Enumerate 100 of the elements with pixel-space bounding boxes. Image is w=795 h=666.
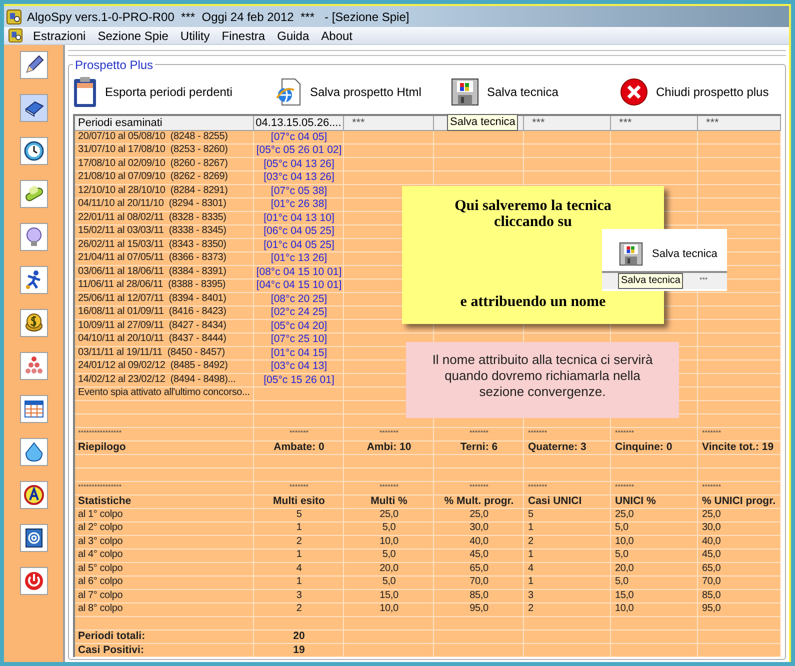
note-text: e attribuendo un nome (460, 294, 606, 310)
menu-item[interactable]: About (315, 26, 358, 44)
table-cell-text: 15,0 (614, 590, 635, 602)
table-cell-text: 85,0 (468, 590, 490, 602)
table-cell-text: 1 (527, 522, 534, 535)
table-cell-text: Multi esito (272, 495, 326, 508)
toolbar-button[interactable]: Salva tecnica (451, 78, 558, 106)
table-cell-text: [05°c 15 26 01] (262, 374, 336, 387)
table-cell-text: 95,0 (701, 603, 722, 616)
table-cell-text: 85,0 (701, 590, 722, 602)
menu-item[interactable]: Finestra (216, 26, 272, 44)
table-cell-text: 3 (527, 590, 534, 602)
table-cell-text: 1 (527, 576, 534, 589)
table-cell-text: Ambate: 0 (272, 441, 326, 454)
table-cell-text: % UNICI progr. (701, 495, 777, 508)
table-cell-text: [01°c 26 38] (270, 198, 328, 212)
table-cell-text: 5,0 (381, 522, 397, 535)
table-cell-text: Ambi: 10 (366, 441, 412, 454)
table-cell-text: 40,0 (468, 536, 490, 548)
table-cell-text: [01°c 13 26] (270, 252, 328, 266)
table-cell-text: 1 (295, 549, 303, 562)
table-cell-text: [05°c 04 13 26] (262, 158, 336, 171)
table-cell-text: 15,0 (378, 590, 400, 602)
table-cell-text: 14/02/12 al 23/02/12 (8494 - 8498)... (77, 374, 237, 386)
table-cell-text: 65,0 (468, 562, 490, 576)
table-cell-text: Casi UNICI (527, 495, 583, 508)
toolbar-button[interactable]: Salva prospetto Html (276, 78, 422, 106)
table-cell-text: 16/08/11 al 01/09/11 (8416 - 8423) (77, 306, 228, 319)
table-cell-text: 31/07/10 al 17/08/10 (8253 - 8260) (77, 144, 229, 157)
table-cell-text: [06°c 04 05 25] (262, 225, 336, 238)
table-cell-text: [03°c 04 13] (270, 360, 328, 374)
table-cell-text: 17/08/10 al 02/09/10 (8260 - 8267) (77, 158, 229, 170)
table-cell-text: 5 (295, 508, 303, 522)
table-cell-text: Vincite tot.: 19 (701, 441, 775, 454)
table-cell-text: 1 (527, 549, 534, 562)
table-cell-text: 22/01/11 al 08/02/11 (8328 - 8335) (77, 212, 228, 224)
table-cell-text: [08°c 04 15 10 01] (255, 266, 343, 279)
menu-item[interactable]: Utility (174, 26, 216, 44)
window-title: AlgoSpy vers.1-0-PRO-R00 *** Oggi 24 feb 2012 *** - [Sezione Spie] (27, 8, 410, 26)
table-cell-text: 1 (295, 576, 303, 589)
table-cell-text: Periodi totali: (77, 630, 146, 644)
table-cell-text: al 8° colpo (77, 603, 124, 616)
table-cell-text: [07°c 05 38] (270, 184, 328, 198)
table-cell-text: 26/02/11 al 15/03/11 (8343 - 8350) (77, 238, 228, 252)
table-cell-text: [07°c 04 05] (270, 130, 328, 144)
menu-item[interactable]: Estrazioni (27, 26, 92, 44)
tooltip: Salva tecnica (618, 272, 684, 288)
table-cell-text: 10,0 (614, 536, 635, 548)
table-cell-text: 5,0 (381, 549, 397, 562)
menu-item[interactable]: Guida (271, 26, 316, 44)
table-cell-text: al 1° colpo (77, 508, 124, 522)
table-cell-text: UNICI % (614, 495, 657, 508)
table-cell-text: Statistiche (77, 495, 132, 508)
table-cell-text: 25/06/11 al 12/07/11 (8394 - 8401) (77, 292, 228, 306)
table-cell-text: 10,0 (378, 536, 400, 548)
toolbar-button[interactable]: Esporta periodi perdenti (73, 76, 232, 108)
table-cell-text: 30,0 (468, 522, 490, 535)
table-cell-text: 21/04/11 al 07/05/11 (8366 - 8373) (77, 252, 228, 265)
table-cell-text: 65,0 (701, 562, 722, 576)
table-cell-text: 10,0 (614, 603, 635, 616)
table-cell-text: [05°c 05 26 01 02] (255, 144, 343, 158)
table-cell-text: 45,0 (468, 549, 490, 562)
table-cell-text: 24/01/12 al 09/02/12 (8485 - 8492) (77, 360, 229, 373)
table-cell-text: 10,0 (378, 603, 400, 616)
table-cell-text: [03°c 04 13 26] (262, 171, 336, 184)
table-cell-text: 2 (527, 603, 534, 616)
menu-item[interactable]: Sezione Spie (92, 26, 174, 44)
table-cell-text: [01°c 04 05 25] (262, 238, 336, 252)
table-cell-text: 19 (292, 644, 306, 657)
table-cell-text: Casi Positivi: (77, 644, 145, 657)
table-cell-text: 30,0 (701, 522, 722, 535)
table-cell-text: 5,0 (614, 522, 630, 535)
table-cell-text: 5 (527, 508, 534, 522)
table-cell-text: [02°c 24 25] (270, 306, 328, 320)
table-cell-text: 5,0 (614, 549, 630, 562)
table-cell-text: 25,0 (378, 508, 400, 522)
table-cell-text: 20,0 (614, 562, 635, 576)
table-cell-text: 21/08/10 al 07/09/10 (8262 - 8269) (77, 171, 229, 184)
table-cell-text: [08°c 20 25] (270, 292, 328, 306)
toolbar-button[interactable]: Chiudi prospetto plus (620, 78, 769, 106)
table-cell-text: 25,0 (468, 508, 490, 522)
table-cell-text: [01°c 04 13 10] (262, 212, 336, 225)
table-cell-text: Evento spia attivato all'ultimo concorso... (77, 387, 251, 400)
table-cell-text: 95,0 (468, 603, 490, 616)
table-cell-text: 2 (295, 603, 303, 616)
table-cell-text: 5,0 (381, 576, 397, 589)
table-cell-text: 2 (527, 536, 534, 548)
table-cell-text: 45,0 (701, 549, 722, 562)
table-cell-text: Cinquine: 0 (614, 441, 674, 454)
table-cell-text: 20/07/10 al 05/08/10 (8248 - 8255) (77, 130, 229, 144)
table-cell-text: 3 (295, 590, 303, 602)
table-cell-text: 70,0 (468, 576, 490, 589)
table-cell-text: 1 (295, 522, 303, 535)
table-cell-text: al 2° colpo (77, 522, 124, 535)
table-cell-text: 20,0 (378, 562, 400, 576)
table-cell-text: al 4° colpo (77, 549, 124, 562)
note-text: cliccando su (494, 214, 572, 230)
table-cell-text: 4 (295, 562, 303, 576)
table-cell-text: al 6° colpo (77, 576, 124, 589)
table-cell-text: 03/11/11 al 19/11/11 (8450 - 8457) (77, 346, 226, 360)
